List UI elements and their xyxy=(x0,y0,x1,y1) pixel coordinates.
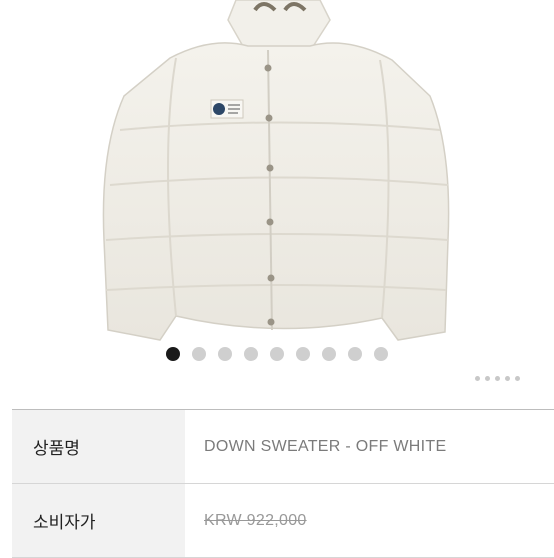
carousel-dot[interactable] xyxy=(322,347,336,361)
carousel-dot[interactable] xyxy=(218,347,232,361)
spec-label: 상품명 xyxy=(12,410,185,483)
carousel-dot[interactable] xyxy=(374,347,388,361)
carousel-dot[interactable] xyxy=(348,347,362,361)
carousel-indicator[interactable] xyxy=(166,346,388,362)
product-image-gallery[interactable] xyxy=(0,0,554,345)
carousel-dot[interactable] xyxy=(192,347,206,361)
product-image xyxy=(102,0,450,341)
spec-label: 소비자가 xyxy=(12,484,185,557)
carousel-dot[interactable] xyxy=(244,347,258,361)
carousel-dot[interactable] xyxy=(270,347,284,361)
consumer-price-value: KRW 922,000 xyxy=(204,511,307,529)
carousel-dot[interactable] xyxy=(296,347,310,361)
spec-row-consumer-price: 소비자가 KRW 922,000 xyxy=(12,484,554,558)
globe-patch-icon xyxy=(210,99,244,119)
spec-row-product-name: 상품명 DOWN SWEATER - OFF WHITE xyxy=(12,410,554,484)
product-spec-table: 상품명 DOWN SWEATER - OFF WHITE 소비자가 KRW 92… xyxy=(12,409,554,558)
thumbnail-strip-indicator xyxy=(475,376,520,381)
product-name-value: DOWN SWEATER - OFF WHITE xyxy=(204,437,447,455)
carousel-dot[interactable] xyxy=(166,347,180,361)
